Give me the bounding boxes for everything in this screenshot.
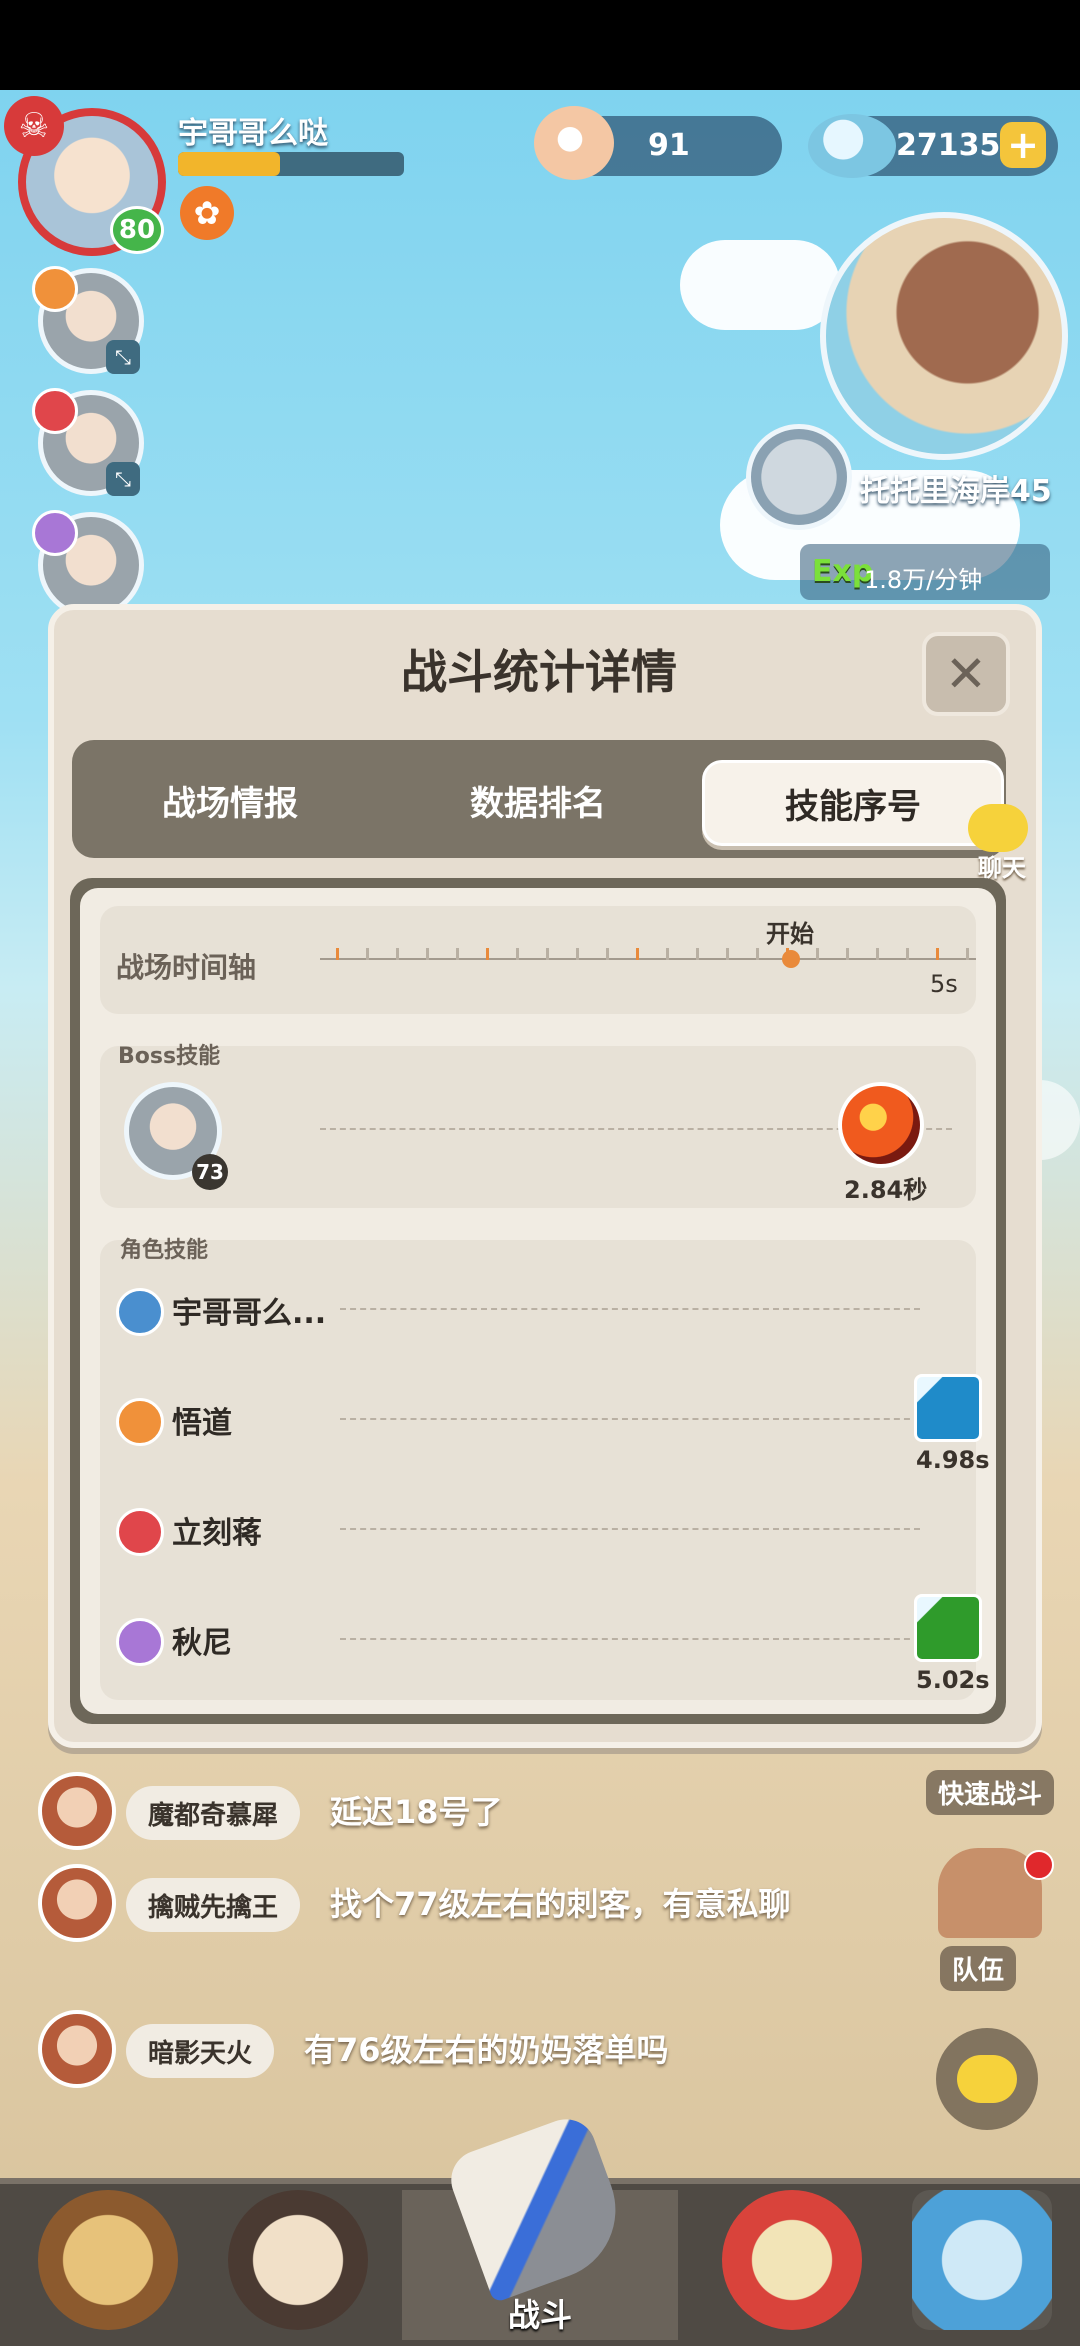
role-name: 秋尼 — [172, 1626, 232, 1661]
role-skill-track — [340, 1308, 920, 1310]
role-name: 悟道 — [172, 1406, 232, 1441]
chat-open-button[interactable] — [936, 2028, 1038, 2130]
role-skill-icon[interactable] — [914, 1594, 982, 1662]
timeline-tick — [486, 948, 489, 960]
chat-message: 有76级左右的奶妈落单吗 — [304, 2031, 669, 2069]
role-class-icon — [116, 1398, 164, 1446]
nav-hero-icon[interactable] — [228, 2190, 368, 2330]
nav-portal-icon[interactable] — [912, 2190, 1052, 2330]
buff-icon[interactable]: ✿ — [180, 186, 234, 240]
timeline-tick — [516, 948, 519, 960]
role-class-icon — [116, 1618, 164, 1666]
role-name: 立刻蒋 — [172, 1516, 262, 1551]
skull-icon: ☠ — [4, 96, 64, 156]
timeline-label: 战场时间轴 — [116, 951, 257, 984]
area-boss-avatar[interactable] — [746, 424, 852, 530]
nav-pet-icon[interactable] — [722, 2190, 862, 2330]
timeline-tick — [336, 948, 339, 960]
exp-rate: 1.8万/分钟 — [864, 566, 983, 594]
timeline-marker[interactable] — [782, 950, 800, 968]
pearl-count: 91 — [648, 128, 690, 163]
close-button[interactable]: ✕ — [922, 632, 1010, 716]
timeline-tick — [846, 948, 849, 960]
expand-icon: ⤡ — [106, 462, 140, 496]
notification-dot — [1024, 1850, 1054, 1880]
minimap[interactable] — [820, 212, 1068, 460]
timeline-tick — [966, 948, 969, 960]
cloud — [680, 240, 840, 330]
timeline-tick — [576, 948, 579, 960]
crystal-count: 27135 — [896, 128, 1001, 163]
player-xp-bar — [178, 152, 404, 176]
timeline-tick — [756, 948, 759, 960]
player-xp-fill — [178, 152, 280, 176]
class-icon — [32, 388, 78, 434]
boss-skill-time: 2.84秒 — [844, 1176, 928, 1204]
role-skill-icon[interactable] — [914, 1374, 982, 1442]
team-button[interactable]: 队伍 — [940, 1946, 1017, 1991]
role-class-icon — [116, 1508, 164, 1556]
chat-sender-name[interactable]: 魔都奇慕犀 — [126, 1786, 301, 1840]
timeline-tick — [366, 948, 369, 960]
quick-battle-button[interactable]: 快速战斗 — [926, 1770, 1055, 1815]
role-skill-time: 4.98s — [916, 1446, 990, 1474]
timeline-tick — [936, 948, 939, 960]
chat-face-icon — [968, 804, 1028, 852]
role-skill-track — [340, 1638, 920, 1640]
player-name: 宇哥哥么哒 — [178, 116, 328, 151]
timeline-tick — [726, 948, 729, 960]
timeline-start-label: 开始 — [766, 920, 814, 948]
modal-title: 战斗统计详情 — [401, 645, 677, 699]
role-skill-track — [340, 1528, 920, 1530]
nav-battle-label: 战斗 — [507, 2296, 572, 2334]
tab-battlefield-intel[interactable]: 战场情报 — [80, 760, 380, 840]
timeline-tick — [456, 948, 459, 960]
role-skill-time: 5.02s — [916, 1666, 990, 1694]
role-class-icon — [116, 1288, 164, 1336]
player-level-badge: 80 — [110, 206, 164, 254]
class-icon — [32, 266, 78, 312]
chat-message: 延迟18号了 — [330, 1793, 503, 1831]
chat-avatar[interactable] — [38, 1772, 116, 1850]
chat-icon — [957, 2055, 1017, 2103]
crystal-icon — [808, 114, 896, 178]
role-skill-track — [340, 1418, 920, 1420]
pearl-icon — [534, 106, 614, 180]
timeline-tick — [876, 948, 879, 960]
timeline-tick — [816, 948, 819, 960]
timeline-tick — [666, 948, 669, 960]
timeline-tick — [606, 948, 609, 960]
timeline-tick — [906, 948, 909, 960]
chat-avatar[interactable] — [38, 1864, 116, 1942]
timeline-tick — [396, 948, 399, 960]
timeline-end-label: 5s — [930, 970, 958, 998]
chat-avatar[interactable] — [38, 2010, 116, 2088]
chat-sender-name[interactable]: 暗影天火 — [126, 2024, 275, 2078]
add-crystal-button[interactable]: + — [1000, 122, 1046, 168]
boss-fire-skill-icon[interactable] — [838, 1082, 924, 1168]
timeline-tick — [546, 948, 549, 960]
tab-data-ranking[interactable]: 数据排名 — [388, 760, 688, 840]
role-skill-label: 角色技能 — [120, 1238, 209, 1263]
boss-skill-label: Boss技能 — [118, 1044, 221, 1069]
timeline-tick — [696, 948, 699, 960]
expand-icon: ⤡ — [106, 340, 140, 374]
boss-level-badge: 73 — [192, 1154, 228, 1190]
role-name: 宇哥哥么... — [172, 1296, 327, 1331]
chat-sender-name[interactable]: 擒贼先擒王 — [126, 1878, 301, 1932]
timeline-tick — [426, 948, 429, 960]
chat-float-button[interactable]: 聊天 — [958, 800, 1068, 882]
location-name: 托托里海岸45 — [860, 474, 1052, 509]
class-icon — [32, 510, 78, 556]
chat-message: 找个77级左右的刺客，有意私聊 — [330, 1885, 791, 1923]
close-icon: ✕ — [945, 645, 987, 703]
timeline-tick — [636, 948, 639, 960]
nav-character-icon[interactable] — [38, 2190, 178, 2330]
